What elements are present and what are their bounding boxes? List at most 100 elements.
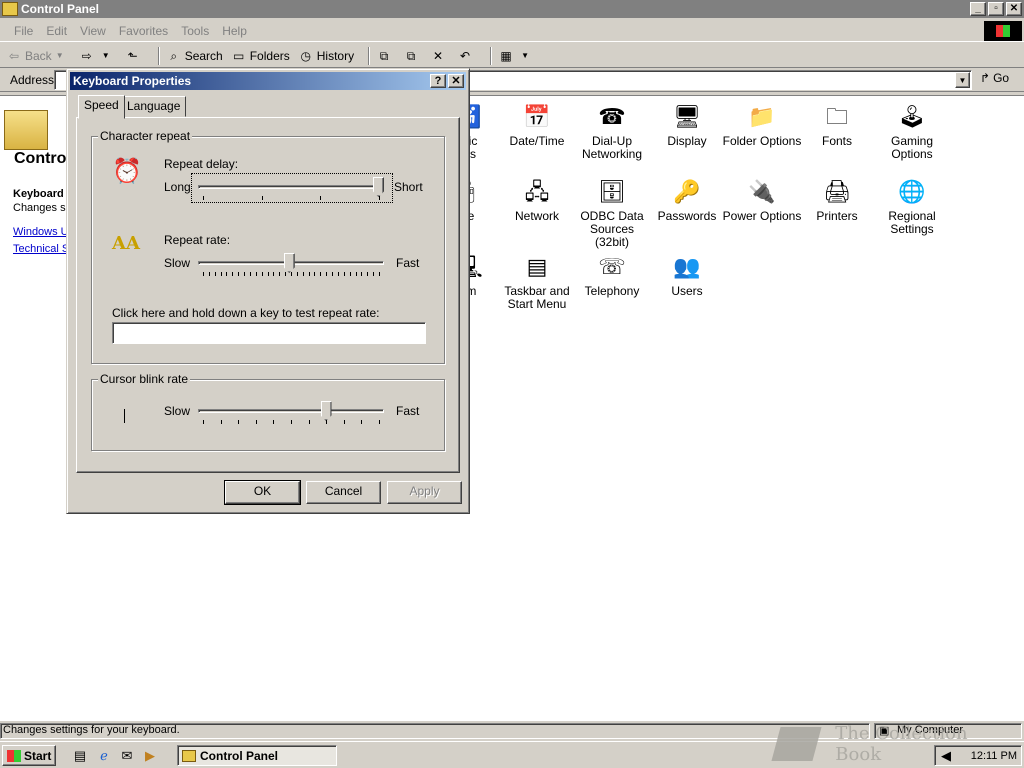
- printer-folder-icon: 🖨: [823, 178, 851, 204]
- restore-button[interactable]: ▫: [988, 2, 1004, 16]
- minimize-button[interactable]: _: [970, 2, 986, 16]
- close-button[interactable]: ✕: [1006, 2, 1022, 16]
- history-button[interactable]: ◷ History: [298, 46, 354, 66]
- delete-button[interactable]: ✕: [430, 46, 449, 66]
- fonts-folder-icon: 🗀: [825, 103, 848, 129]
- system-tray: ◀ 12:11 PM: [934, 745, 1022, 766]
- address-dropdown-button[interactable]: ▼: [955, 72, 970, 88]
- delete-icon: ✕: [433, 48, 444, 63]
- move-to-button[interactable]: ⧉: [376, 46, 395, 66]
- test-repeat-input[interactable]: [112, 322, 426, 344]
- cp-item-globe[interactable]: 🌐 Regional Settings: [872, 175, 952, 236]
- keys-icon: 🔑: [673, 178, 701, 204]
- chevron-down-icon[interactable]: ▼: [98, 49, 114, 63]
- cp-item-odbc[interactable]: 🗄 ODBC Data Sources (32bit): [572, 175, 652, 249]
- repeat-rate-slider[interactable]: [192, 250, 392, 278]
- cursor-blink-group: Cursor blink rate Slow Fast: [91, 372, 445, 451]
- repeat-delay-thumb[interactable]: [373, 177, 384, 197]
- cursor-blink-slider[interactable]: [192, 398, 392, 426]
- menu-tools[interactable]: Tools: [181, 24, 209, 38]
- status-zone: ▣ My Computer: [874, 723, 1022, 739]
- cp-item-telephony[interactable]: ☏ Telephony: [572, 250, 652, 298]
- windows-logo-icon: [984, 21, 1022, 41]
- folders-button[interactable]: ▭ Folders: [231, 46, 290, 66]
- cp-item-monitor[interactable]: 🖥 Display: [647, 100, 727, 148]
- start-button[interactable]: Start: [2, 745, 56, 766]
- menu-file[interactable]: File: [14, 24, 33, 38]
- taskbar-button-control-panel[interactable]: Control Panel: [177, 745, 337, 766]
- cp-item-power[interactable]: 🔌 Power Options: [722, 175, 802, 223]
- telephony-icon: ☏: [598, 253, 626, 279]
- cp-item-label: Users: [671, 284, 703, 298]
- cp-item-joystick[interactable]: 🕹 Gaming Options: [872, 100, 952, 161]
- cp-item-network[interactable]: 🖧 Network: [497, 175, 577, 223]
- computer-icon: ▣: [879, 725, 890, 737]
- menu-edit[interactable]: Edit: [46, 24, 67, 38]
- cp-item-users[interactable]: 👥 Users: [647, 250, 727, 298]
- cp-item-keys[interactable]: 🔑 Passwords: [647, 175, 727, 223]
- cp-item-label: Date/Time: [509, 134, 565, 148]
- cp-item-dialup[interactable]: ☎ Dial-Up Networking: [572, 100, 652, 161]
- slider-tick: [203, 420, 204, 424]
- repeat-delay-slider[interactable]: [191, 173, 393, 203]
- cp-item-label: Fonts: [821, 134, 852, 148]
- dialog-close-button[interactable]: ✕: [448, 74, 464, 88]
- help-button[interactable]: ?: [430, 74, 446, 88]
- up-folder-icon: ⬑: [127, 48, 138, 63]
- views-icon: ▦: [500, 48, 512, 63]
- windows-update-link[interactable]: Windows U: [13, 226, 69, 238]
- slider-tick: [343, 420, 345, 424]
- go-button[interactable]: ↱ Go: [980, 71, 1009, 85]
- joystick-icon: 🕹: [898, 103, 926, 129]
- web-view-panel: Contro Keyboard Changes se Windows U Tec…: [0, 96, 70, 296]
- tab-speed[interactable]: Speed: [78, 95, 125, 119]
- internet-explorer-icon[interactable]: ℯ: [96, 748, 112, 764]
- menu-favorites[interactable]: Favorites: [119, 24, 168, 38]
- network-icon: 🖧: [524, 178, 550, 204]
- slider-tick: [291, 272, 292, 276]
- speed-tab-panel: Character repeat ⏰ Repeat delay: Long Sh…: [76, 117, 460, 473]
- undo-button[interactable]: ↶: [457, 46, 476, 66]
- slider-tick: [226, 272, 228, 276]
- copy-to-button[interactable]: ⧉: [403, 46, 422, 66]
- slider-tick: [261, 272, 263, 276]
- up-folder-button[interactable]: ⬑: [125, 46, 144, 66]
- repeat-rate-icon: AA: [112, 233, 140, 254]
- slider-tick: [285, 272, 287, 276]
- forward-button[interactable]: ⇨ ▼: [79, 46, 117, 66]
- cp-item-calendar-clock[interactable]: 📅 Date/Time: [497, 100, 577, 148]
- ok-button[interactable]: OK: [224, 480, 301, 505]
- cp-item-taskbar[interactable]: ▤ Taskbar and Start Menu: [497, 250, 577, 311]
- cursor-blink-thumb[interactable]: [320, 401, 332, 421]
- chevron-down-icon[interactable]: ▼: [52, 49, 68, 63]
- volume-icon[interactable]: ◀: [941, 748, 951, 764]
- slider-tick: [379, 196, 380, 200]
- outlook-express-icon[interactable]: ✉: [119, 748, 135, 764]
- tab-language[interactable]: Language: [121, 96, 187, 117]
- repeat-rate-thumb[interactable]: [283, 253, 295, 273]
- cp-item-fonts-folder[interactable]: 🗀 Fonts: [797, 100, 877, 148]
- folders-label: Folders: [249, 48, 290, 63]
- slider-tick: [379, 272, 380, 276]
- toolbar: ⇦ Back ▼ ⇨ ▼ ⬑ ⌕ Search ▭ Folders ◷ Hist…: [0, 44, 1024, 68]
- history-label: History: [316, 48, 355, 63]
- show-desktop-icon[interactable]: ▤: [72, 748, 88, 764]
- views-button[interactable]: ▦ ▼: [498, 46, 536, 66]
- menu-view[interactable]: View: [80, 24, 106, 38]
- back-label: Back: [25, 48, 52, 63]
- back-button[interactable]: ⇦ Back ▼: [6, 46, 71, 66]
- taskbar: Start ▤ ℯ ✉ ▶ Control Panel ◀ 12:11 PM: [0, 741, 1024, 768]
- media-player-icon[interactable]: ▶: [142, 748, 158, 764]
- cp-item-folder-options[interactable]: 📁 Folder Options: [722, 100, 802, 148]
- slider-tick: [349, 272, 351, 276]
- technical-support-link[interactable]: Technical S: [13, 243, 69, 255]
- slider-ticks: [203, 420, 380, 424]
- apply-button[interactable]: Apply: [387, 481, 462, 504]
- folders-icon: ▭: [233, 48, 245, 63]
- search-button[interactable]: ⌕ Search: [166, 46, 222, 66]
- menu-help[interactable]: Help: [222, 24, 247, 38]
- cp-item-printer-folder[interactable]: 🖨 Printers: [797, 175, 877, 223]
- cp-item-label: Folder Options: [722, 134, 802, 148]
- slider-tick: [343, 272, 345, 276]
- cancel-button[interactable]: Cancel: [306, 481, 381, 504]
